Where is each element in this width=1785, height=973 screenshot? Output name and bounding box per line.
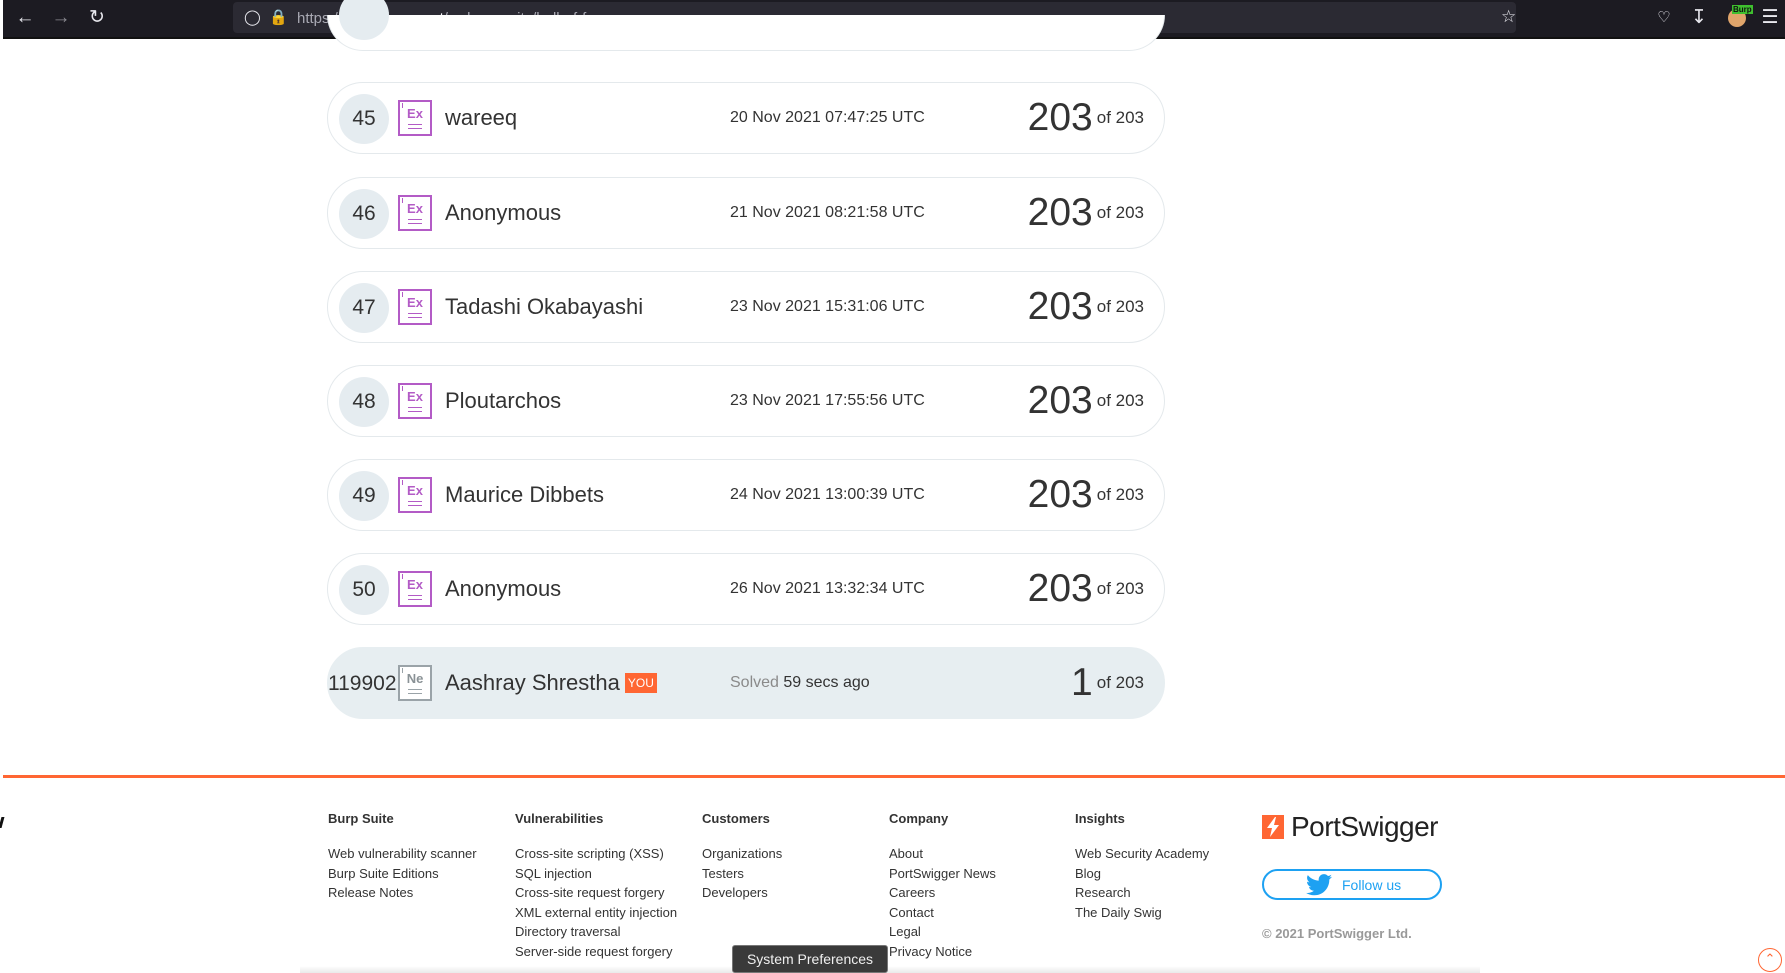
rank-number: 48	[339, 377, 389, 427]
rank-number: 119902	[328, 672, 397, 695]
rank-number: 45	[339, 94, 389, 144]
footer-link[interactable]: Directory traversal	[515, 922, 677, 942]
expert-badge-icon: Ex	[398, 100, 432, 136]
completion-date: 24 Nov 2021 13:00:39 UTC	[730, 486, 925, 503]
expert-badge-icon: Ex	[398, 195, 432, 231]
score: 203 of 203	[1027, 379, 1144, 422]
dock-tooltip: System Preferences	[732, 945, 888, 973]
footer-column-customers: Customers Organizations Testers Develope…	[702, 811, 782, 903]
footer-heading: Customers	[702, 811, 770, 826]
footer-link[interactable]: Cross-site request forgery	[515, 883, 677, 903]
score: 1 of 203	[1071, 661, 1144, 704]
rank-number: 49	[339, 471, 389, 521]
footer-link[interactable]: Web Security Academy	[1075, 844, 1209, 864]
you-badge: YOU	[624, 673, 657, 693]
download-icon[interactable]: ↧	[1688, 7, 1710, 29]
table-row-partial	[327, 0, 1165, 51]
footer-column-vulnerabilities: Vulnerabilities Cross-site scripting (XS…	[515, 811, 677, 961]
back-icon[interactable]: ←	[14, 7, 36, 29]
completion-date: 23 Nov 2021 15:31:06 UTC	[730, 298, 925, 315]
rank-number: 50	[339, 565, 389, 615]
reload-icon[interactable]: ↻	[86, 7, 108, 29]
portswigger-logo[interactable]: PortSwigger	[1262, 811, 1452, 843]
footer-heading: Vulnerabilities	[515, 811, 604, 826]
completion-date: 26 Nov 2021 13:32:34 UTC	[730, 580, 925, 597]
footer-link[interactable]: Web vulnerability scanner	[328, 844, 477, 864]
dock-shadow	[300, 966, 1480, 973]
footer-column-company: Company About PortSwigger News Careers C…	[889, 811, 996, 961]
user-name: Ploutarchos	[445, 388, 562, 413]
completion-date: 23 Nov 2021 17:55:56 UTC	[730, 392, 925, 409]
footer-link[interactable]: The Daily Swig	[1075, 903, 1209, 923]
twitter-icon	[1306, 874, 1332, 896]
scroll-to-top-icon[interactable]: ⌃	[1758, 948, 1782, 972]
menu-icon[interactable]: ☰	[1759, 7, 1781, 29]
table-row: 47 Ex Tadashi Okabayashi 23 Nov 2021 15:…	[327, 271, 1165, 343]
score: 203 of 203	[1027, 567, 1144, 610]
expert-badge-icon: Ex	[398, 289, 432, 325]
table-row: 45 Ex wareeq 20 Nov 2021 07:47:25 UTC 20…	[327, 82, 1165, 154]
footer-link[interactable]: Burp Suite Editions	[328, 864, 477, 884]
pocket-icon[interactable]: ♡	[1653, 7, 1675, 29]
table-row: 49 Ex Maurice Dibbets 24 Nov 2021 13:00:…	[327, 459, 1165, 531]
lock-icon[interactable]: 🔒	[269, 8, 288, 26]
footer-link[interactable]: Developers	[702, 883, 782, 903]
newbie-badge-icon: Ne	[398, 665, 432, 701]
table-row: 50 Ex Anonymous 26 Nov 2021 13:32:34 UTC…	[327, 553, 1165, 625]
footer-link[interactable]: Careers	[889, 883, 996, 903]
current-user-row: 119902 Ne Aashray Shrestha YOU Solved 59 …	[327, 647, 1165, 719]
footer-link[interactable]: Blog	[1075, 864, 1209, 884]
table-row: 46 Ex Anonymous 21 Nov 2021 08:21:58 UTC…	[327, 177, 1165, 249]
completion-date: 21 Nov 2021 08:21:58 UTC	[730, 204, 925, 221]
footer-heading: Company	[889, 811, 949, 826]
footer-link[interactable]: PortSwigger News	[889, 864, 996, 884]
expert-badge-icon: Ex	[398, 571, 432, 607]
completion-date: 20 Nov 2021 07:47:25 UTC	[730, 109, 925, 126]
table-row: 48 Ex Ploutarchos 23 Nov 2021 17:55:56 U…	[327, 365, 1165, 437]
shield-icon[interactable]: ◯	[244, 8, 261, 26]
footer-link[interactable]: XML external entity injection	[515, 903, 677, 923]
score: 203 of 203	[1027, 96, 1144, 139]
expert-badge-icon: Ex	[398, 383, 432, 419]
footer-heading: Insights	[1075, 811, 1125, 826]
copyright-text: © 2021 PortSwigger Ltd.	[1262, 926, 1412, 941]
footer-link[interactable]: Release Notes	[328, 883, 477, 903]
footer-link[interactable]: Privacy Notice	[889, 942, 996, 962]
score: 203 of 203	[1027, 191, 1144, 234]
expert-badge-icon: Ex	[398, 477, 432, 513]
footer-link[interactable]: Testers	[702, 864, 782, 884]
forward-icon[interactable]: →	[50, 7, 72, 29]
solved-time: Solved 59 secs ago	[730, 674, 870, 691]
footer-column-burp-suite: Burp Suite Web vulnerability scanner Bur…	[328, 811, 477, 903]
user-name: Anonymous	[445, 576, 562, 601]
burp-extension-icon[interactable]: Burp	[1728, 5, 1753, 27]
footer-link[interactable]: Contact	[889, 903, 996, 923]
footer-column-insights: Insights Web Security Academy Blog Resea…	[1075, 811, 1209, 922]
user-name: wareeq	[445, 105, 518, 130]
user-name: Aashray Shrestha YOU	[445, 670, 657, 696]
mouse-cursor-icon	[0, 817, 5, 828]
footer-link[interactable]: Organizations	[702, 844, 782, 864]
rank-circle	[339, 0, 389, 40]
footer-link[interactable]: Research	[1075, 883, 1209, 903]
footer-link[interactable]: Legal	[889, 922, 996, 942]
footer-link[interactable]: Cross-site scripting (XSS)	[515, 844, 677, 864]
rank-number: 47	[339, 283, 389, 333]
user-name: Anonymous	[445, 200, 562, 225]
portswigger-logo-icon	[1262, 815, 1284, 839]
footer-link[interactable]: Server-side request forgery	[515, 942, 677, 962]
user-name: Maurice Dibbets	[445, 482, 604, 507]
bookmark-star-icon[interactable]: ☆	[1501, 7, 1516, 27]
score: 203 of 203	[1027, 285, 1144, 328]
footer-link[interactable]: About	[889, 844, 996, 864]
footer-divider	[3, 775, 1785, 778]
score: 203 of 203	[1027, 473, 1144, 516]
footer-heading: Burp Suite	[328, 811, 394, 826]
twitter-follow-button[interactable]: Follow us	[1262, 869, 1442, 900]
user-name: Tadashi Okabayashi	[445, 294, 644, 319]
rank-number: 46	[339, 189, 389, 239]
footer-link[interactable]: SQL injection	[515, 864, 677, 884]
